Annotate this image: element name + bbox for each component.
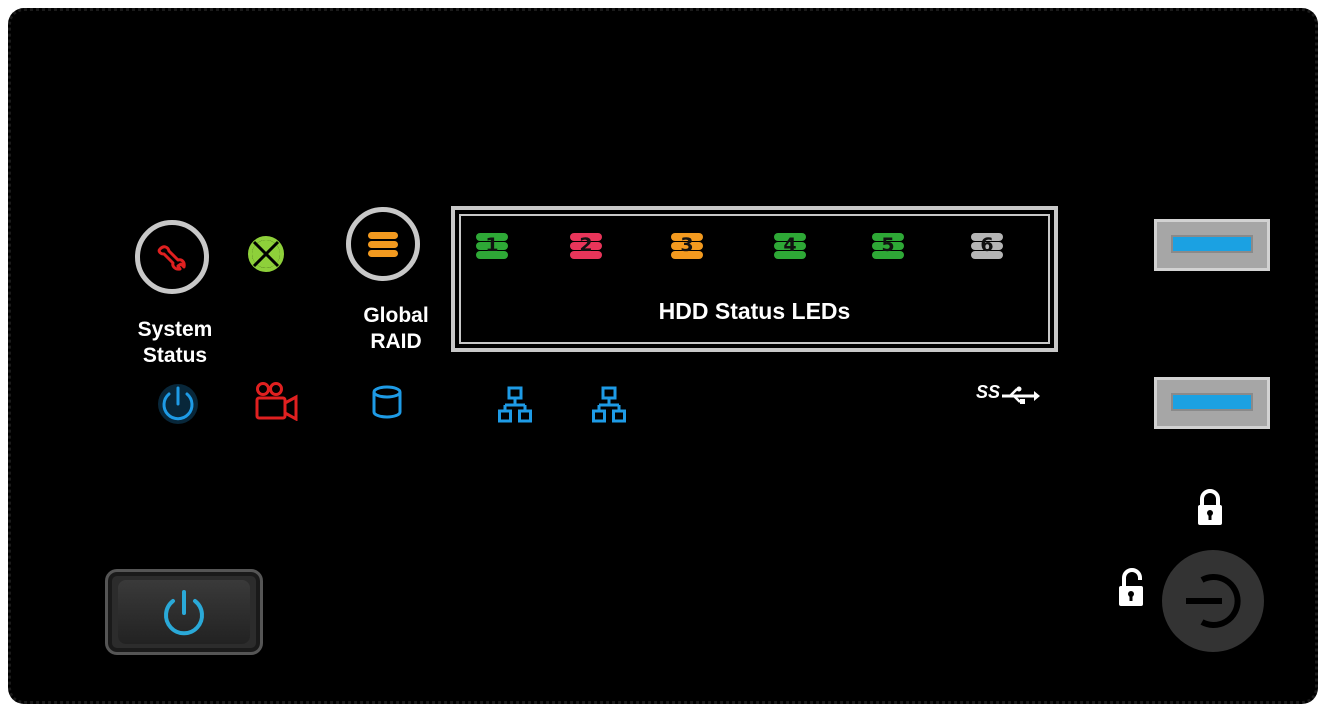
hdd-led-number: 3 (680, 234, 694, 256)
power-icon (164, 590, 204, 636)
hdd-led-1: 1 (475, 232, 509, 260)
power-icon (158, 384, 198, 424)
global-raid-label: Global RAID (363, 304, 429, 353)
network-icon (498, 386, 532, 423)
system-status-label: System Status (137, 318, 213, 367)
video-camera-icon (255, 382, 298, 421)
hdd-led-6: 6 (970, 232, 1004, 260)
power-button[interactable] (105, 569, 263, 655)
hdd-led-4: 4 (773, 232, 807, 260)
hdd-led-number: 5 (881, 234, 895, 256)
usb-superspeed-icon: SS (976, 380, 1040, 410)
wrench-icon (157, 245, 186, 271)
lock-closed-icon (1198, 489, 1222, 525)
hdd-status-title: HDD Status LEDs (658, 298, 851, 324)
network-icon (592, 386, 626, 423)
database-stack-icon (368, 232, 398, 257)
usb-port-top[interactable] (1154, 219, 1270, 271)
hdd-led-5: 5 (871, 232, 905, 260)
system-status-led (135, 220, 209, 294)
cylinder-icon (372, 385, 402, 419)
hdd-led-3: 3 (670, 232, 704, 260)
global-raid-led (346, 207, 420, 281)
usb-port-bottom[interactable] (1154, 377, 1270, 429)
hdd-led-number: 6 (980, 234, 994, 256)
hdd-led-number: 4 (783, 234, 797, 256)
hdd-led-2: 2 (569, 232, 603, 260)
key-lock-knob[interactable] (1162, 550, 1264, 652)
usb-ss-text: SS (976, 382, 1001, 402)
key-lock-icon (1186, 574, 1241, 628)
fan-icon (248, 236, 284, 272)
lock-open-icon (1119, 568, 1143, 606)
hdd-status-panel: HDD Status LEDs 1 2 3 4 5 6 (451, 206, 1058, 352)
hdd-led-number: 2 (579, 234, 593, 256)
hdd-led-number: 1 (485, 234, 499, 256)
